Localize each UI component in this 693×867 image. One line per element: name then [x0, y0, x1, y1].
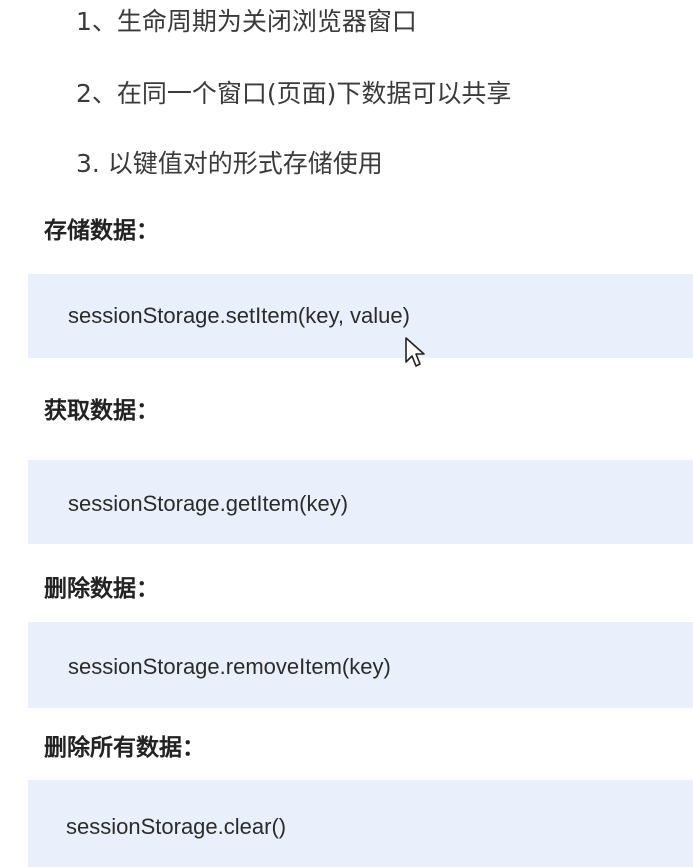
list-item-key-value: 3. 以键值对的形式存储使用 [76, 149, 383, 178]
list-item-lifecycle: 1、生命周期为关闭浏览器窗口 [76, 7, 417, 36]
heading-remove-data: 删除数据： [44, 576, 159, 602]
code-block-remove-item: sessionStorage.removeItem(key) [28, 622, 693, 708]
code-remove-item: sessionStorage.removeItem(key) [68, 654, 391, 679]
code-set-item: sessionStorage.setItem(key, value) [68, 303, 410, 328]
mouse-pointer-icon [405, 337, 425, 367]
heading-get-data: 获取数据： [44, 398, 159, 424]
heading-store-data: 存储数据： [44, 218, 159, 244]
code-block-set-item: sessionStorage.setItem(key, value) [28, 274, 693, 358]
code-get-item: sessionStorage.getItem(key) [68, 491, 349, 516]
list-item-shared-data: 2、在同一个窗口(页面)下数据可以共享 [76, 79, 512, 108]
code-block-get-item: sessionStorage.getItem(key) [28, 460, 693, 544]
code-clear: sessionStorage.clear() [66, 814, 287, 839]
heading-clear-data: 删除所有数据： [44, 735, 205, 761]
code-block-clear: sessionStorage.clear() [28, 780, 693, 867]
